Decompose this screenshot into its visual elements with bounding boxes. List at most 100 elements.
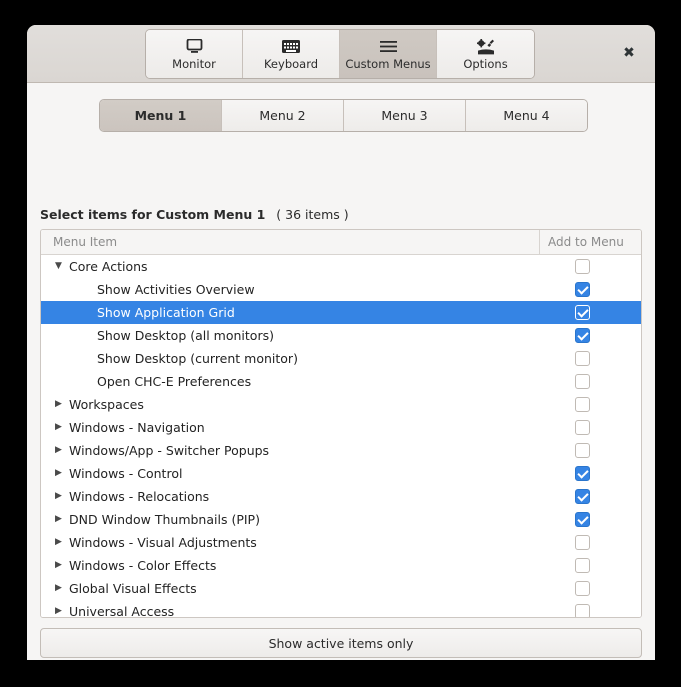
chevron-right-icon[interactable]: ▶	[52, 584, 65, 593]
chevron-right-icon[interactable]: ▶	[52, 561, 65, 570]
table-row[interactable]: ▼ Core Actions	[41, 255, 641, 278]
add-to-menu-cell	[540, 282, 641, 297]
row-label: Windows - Control	[69, 466, 183, 481]
column-header-menu-item: Menu Item	[41, 230, 540, 254]
add-to-menu-checkbox[interactable]	[575, 420, 590, 435]
add-to-menu-checkbox[interactable]	[575, 351, 590, 366]
row-label: Show Activities Overview	[97, 282, 255, 297]
window-content: Menu 1 Menu 2 Menu 3 Menu 4 Select items fo…	[27, 83, 655, 659]
select-items-header: Select items for Custom Menu 1 ( 36 item…	[40, 207, 349, 222]
mode-button-label: Keyboard	[263, 56, 319, 71]
row-label: Show Application Grid	[97, 305, 235, 320]
close-window-button[interactable]: ✖	[619, 43, 639, 63]
row-label-cell: ▶ Windows - Navigation	[41, 420, 540, 435]
mode-button-label: Options	[463, 56, 508, 71]
chevron-down-icon[interactable]: ▼	[52, 262, 65, 271]
add-to-menu-checkbox[interactable]	[575, 489, 590, 504]
show-active-items-only-button[interactable]: Show active items only	[40, 628, 642, 658]
column-header-add-to-menu: Add to Menu	[548, 235, 624, 249]
chevron-right-icon[interactable]: ▶	[52, 400, 65, 409]
add-to-menu-checkbox[interactable]	[575, 374, 590, 389]
mode-button-label: Monitor	[172, 56, 216, 71]
row-label-cell: Show Desktop (all monitors)	[41, 328, 540, 343]
row-label: Windows/App - Switcher Popups	[69, 443, 270, 458]
row-label: Core Actions	[69, 259, 148, 274]
add-to-menu-cell	[540, 397, 641, 412]
add-to-menu-checkbox[interactable]	[575, 259, 590, 274]
table-row[interactable]: Open CHC-E Preferences	[41, 370, 641, 393]
list-body: ▼ Core Actions Show Activities Overview Sho…	[41, 255, 641, 618]
row-label: Universal Access	[69, 604, 175, 618]
chevron-right-icon[interactable]: ▶	[52, 607, 65, 616]
add-to-menu-checkbox[interactable]	[575, 305, 590, 320]
row-label: Show Desktop (current monitor)	[97, 351, 298, 366]
table-row[interactable]: Show Activities Overview	[41, 278, 641, 301]
tab-menu-2[interactable]: Menu 2	[222, 100, 344, 131]
mode-switcher[interactable]: Monitor Keyboard Custom Menus Options	[145, 29, 535, 79]
mode-button-monitor[interactable]: Monitor	[146, 30, 243, 78]
table-row[interactable]: ▶ Windows - Control	[41, 462, 641, 485]
tab-menu-1[interactable]: Menu 1	[100, 100, 222, 131]
add-to-menu-checkbox[interactable]	[575, 535, 590, 550]
tab-menu-3[interactable]: Menu 3	[344, 100, 466, 131]
hamburger-menu-icon	[379, 38, 397, 56]
table-row[interactable]: Show Desktop (all monitors)	[41, 324, 641, 347]
add-to-menu-cell	[540, 489, 641, 504]
chevron-right-icon[interactable]: ▶	[52, 469, 65, 478]
mode-button-custom-menus[interactable]: Custom Menus	[340, 30, 437, 78]
chevron-right-icon[interactable]: ▶	[52, 446, 65, 455]
row-label-cell: ▶ Global Visual Effects	[41, 581, 540, 596]
add-to-menu-checkbox[interactable]	[575, 282, 590, 297]
tools-icon	[476, 38, 496, 56]
keyboard-icon	[282, 38, 300, 56]
chevron-right-icon[interactable]: ▶	[52, 492, 65, 501]
table-row[interactable]: Show Desktop (current monitor)	[41, 347, 641, 370]
add-to-menu-checkbox[interactable]	[575, 604, 590, 617]
table-row[interactable]: ▶ Windows - Visual Adjustments	[41, 531, 641, 554]
table-row[interactable]: Show Application Grid	[41, 301, 641, 324]
chevron-right-icon[interactable]: ▶	[52, 423, 65, 432]
add-to-menu-cell	[540, 535, 641, 550]
add-to-menu-checkbox[interactable]	[575, 512, 590, 527]
row-label: Windows - Visual Adjustments	[69, 535, 257, 550]
add-to-menu-checkbox[interactable]	[575, 581, 590, 596]
row-label-cell: ▶ Windows - Control	[41, 466, 540, 481]
menu-tab-bar[interactable]: Menu 1 Menu 2 Menu 3 Menu 4	[99, 99, 588, 132]
add-to-menu-checkbox[interactable]	[575, 466, 590, 481]
preferences-window: Monitor Keyboard Custom Menus Options ✖ Men…	[27, 25, 655, 660]
table-row[interactable]: ▶ Windows/App - Switcher Popups	[41, 439, 641, 462]
table-row[interactable]: ▶ DND Window Thumbnails (PIP)	[41, 508, 641, 531]
table-row[interactable]: ▶ Workspaces	[41, 393, 641, 416]
row-label-cell: ▶ Workspaces	[41, 397, 540, 412]
add-to-menu-checkbox[interactable]	[575, 558, 590, 573]
row-label: Show Desktop (all monitors)	[97, 328, 274, 343]
add-to-menu-cell	[540, 420, 641, 435]
chevron-right-icon[interactable]: ▶	[52, 515, 65, 524]
row-label-cell: ▶ Windows - Color Effects	[41, 558, 540, 573]
window-headerbar: Monitor Keyboard Custom Menus Options ✖	[27, 25, 655, 83]
monitor-icon	[186, 38, 203, 56]
add-to-menu-cell	[540, 305, 641, 320]
row-label-cell: Show Desktop (current monitor)	[41, 351, 540, 366]
add-to-menu-cell	[540, 351, 641, 366]
item-count-badge: ( 36 items )	[276, 207, 349, 222]
mode-button-options[interactable]: Options	[437, 30, 534, 78]
list-header-row: Menu Item Add to Menu	[41, 230, 641, 255]
add-to-menu-cell	[540, 558, 641, 573]
table-row[interactable]: ▶ Windows - Color Effects	[41, 554, 641, 577]
mode-button-keyboard[interactable]: Keyboard	[243, 30, 340, 78]
add-to-menu-checkbox[interactable]	[575, 328, 590, 343]
add-to-menu-checkbox[interactable]	[575, 397, 590, 412]
menu-items-list: Menu Item Add to Menu ▼ Core Actions Show …	[40, 229, 642, 618]
add-to-menu-cell	[540, 259, 641, 274]
table-row[interactable]: ▶ Windows - Relocations	[41, 485, 641, 508]
table-row[interactable]: ▶ Universal Access	[41, 600, 641, 618]
chevron-right-icon[interactable]: ▶	[52, 538, 65, 547]
add-to-menu-cell	[540, 604, 641, 617]
table-row[interactable]: ▶ Global Visual Effects	[41, 577, 641, 600]
add-to-menu-cell	[540, 443, 641, 458]
table-row[interactable]: ▶ Windows - Navigation	[41, 416, 641, 439]
row-label: Workspaces	[69, 397, 144, 412]
add-to-menu-checkbox[interactable]	[575, 443, 590, 458]
tab-menu-4[interactable]: Menu 4	[466, 100, 587, 131]
